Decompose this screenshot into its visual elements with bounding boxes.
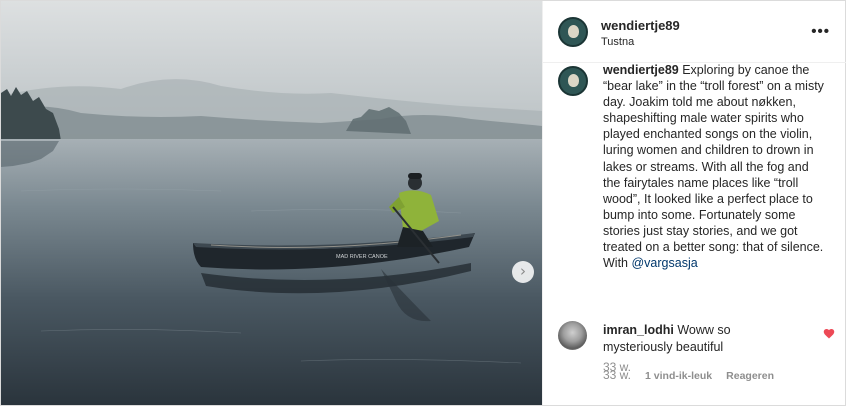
chevron-right-icon: › (520, 261, 526, 280)
caption-body: Exploring by canoe the “bear lake” in th… (603, 63, 824, 255)
lake-scene: MAD RIVER CANOE (1, 1, 542, 405)
next-photo-button[interactable]: › (512, 261, 534, 283)
caption-avatar[interactable] (558, 66, 588, 96)
post-location[interactable]: Tustna (601, 36, 634, 48)
comment-likes[interactable]: 1 vind-ik-leuk (645, 370, 712, 382)
commenter-avatar[interactable] (558, 321, 587, 350)
author-avatar[interactable] (558, 17, 588, 47)
commenter-username[interactable]: imran_lodhi (603, 323, 674, 337)
more-options-icon[interactable]: ••• (811, 23, 830, 40)
comment-text: imran_lodhi Woww so mysteriously beautif… (603, 322, 803, 356)
comment-meta: 33 w. 1 vind-ik-leuk Reageren (603, 368, 774, 382)
post-photo[interactable]: MAD RIVER CANOE › (1, 1, 542, 405)
comment-timestamp[interactable]: 33 w. (603, 368, 631, 382)
caption-username[interactable]: wendiertje89 (603, 63, 679, 77)
with-label: With (603, 256, 628, 271)
mention-link[interactable]: @vargsasja (631, 256, 697, 270)
author-username[interactable]: wendiertje89 (601, 18, 680, 33)
reply-button[interactable]: Reageren (726, 370, 774, 382)
caption-text: wendiertje89 Exploring by canoe the “bea… (603, 62, 828, 271)
heart-icon[interactable] (823, 328, 835, 339)
post-side-panel: wendiertje89 Tustna ••• wendiertje89 Exp… (542, 1, 846, 405)
post-header: wendiertje89 Tustna ••• (543, 1, 846, 63)
canoe-brand: MAD RIVER CANOE (336, 254, 388, 260)
